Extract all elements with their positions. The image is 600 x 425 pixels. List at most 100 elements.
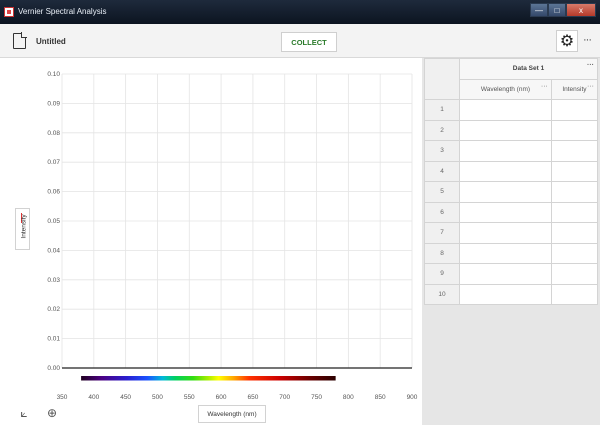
intensity-cell[interactable] (550, 263, 599, 285)
wavelength-cell[interactable] (459, 201, 552, 223)
more-options-icon[interactable]: ··· (583, 34, 592, 46)
data-table: Data Set 1 ··· Wavelength (nm) ··· Inten… (424, 58, 599, 305)
table-row: 3 (424, 140, 599, 162)
title-bar: Vernier Spectral Analysis — □ x (0, 0, 600, 24)
intensity-cell[interactable] (550, 140, 599, 162)
dataset-menu-icon[interactable]: ··· (587, 62, 594, 69)
intensity-cell[interactable] (550, 181, 599, 203)
data-table-panel: Data Set 1 ··· Wavelength (nm) ··· Inten… (422, 58, 600, 425)
graph-area[interactable]: 0.10 0.09 0.08 0.07 0.06 0.05 0.04 0.03 0.02 0.01… (0, 58, 422, 425)
row-index: 4 (424, 160, 460, 182)
table-row: 1 (424, 99, 599, 121)
gear-icon: ⚙ (559, 33, 575, 50)
axes-icon: ⟀ (20, 405, 28, 420)
graph-canvas[interactable]: 0.10 0.09 0.08 0.07 0.06 0.05 0.04 0.03 0.02 0.01… (0, 58, 422, 425)
dataset-header[interactable]: Data Set 1 ··· (459, 58, 598, 80)
zoom-button[interactable]: ⊕ (42, 404, 62, 422)
y-tick-label: 0.02 (47, 306, 60, 313)
x-tick-label: 900 (407, 394, 418, 401)
wavelength-cell[interactable] (459, 160, 552, 182)
y-tick-label: 0.05 (47, 218, 60, 225)
y-tick-label: 0.03 (47, 277, 60, 284)
column-header-wavelength[interactable]: Wavelength (nm) ··· (459, 78, 552, 100)
y-tick-label: 0.01 (47, 336, 60, 343)
wavelength-cell[interactable] (459, 283, 552, 305)
y-tick-label: 0.10 (47, 71, 60, 78)
intensity-cell[interactable] (550, 201, 599, 223)
table-row: 7 (424, 222, 599, 244)
file-icon[interactable] (13, 32, 27, 49)
x-tick-label: 700 (279, 394, 290, 401)
column-menu-icon[interactable]: ··· (541, 83, 548, 90)
window-controls: — □ x (530, 3, 596, 17)
table-corner (424, 58, 460, 100)
collect-button[interactable]: COLLECT (281, 32, 337, 52)
visible-spectrum-bar (81, 376, 336, 381)
table-row: 9 (424, 263, 599, 285)
document-title[interactable]: Untitled (36, 37, 66, 46)
row-index: 10 (424, 283, 460, 305)
wavelength-cell[interactable] (459, 263, 552, 285)
table-row: 4 (424, 160, 599, 182)
x-tick-label: 650 (247, 394, 258, 401)
y-tick-label: 0.08 (47, 130, 60, 137)
intensity-cell[interactable] (550, 119, 599, 141)
intensity-cell[interactable] (550, 160, 599, 182)
x-tick-label: 550 (184, 394, 195, 401)
x-tick-label: 500 (152, 394, 163, 401)
table-row: 8 (424, 242, 599, 264)
intensity-cell[interactable] (550, 222, 599, 244)
y-tick-label: 0.09 (47, 100, 60, 107)
table-row: 2 (424, 119, 599, 141)
y-tick-label: 0.07 (47, 159, 60, 166)
row-index: 6 (424, 201, 460, 223)
wavelength-cell[interactable] (459, 181, 552, 203)
row-index: 2 (424, 119, 460, 141)
x-tick-label: 450 (120, 394, 131, 401)
graph-options-button[interactable]: ⟀ (14, 404, 34, 422)
column-label-wavelength: Wavelength (nm) (480, 85, 531, 93)
row-index: 7 (424, 222, 460, 244)
column-menu-icon[interactable]: ··· (587, 83, 594, 90)
toolbar: Untitled COLLECT ⚙ ··· (0, 24, 600, 58)
y-axis-label-button[interactable]: Intensity (15, 208, 30, 250)
y-axis-label: Intensity (20, 214, 28, 239)
maximize-button[interactable]: □ (548, 3, 566, 17)
row-index: 3 (424, 140, 460, 162)
x-tick-label: 600 (216, 394, 227, 401)
close-button[interactable]: x (566, 3, 596, 17)
y-tick-label: 0.04 (47, 247, 60, 254)
intensity-cell[interactable] (550, 242, 599, 264)
x-axis-label-button[interactable]: Wavelength (nm) (198, 405, 266, 423)
intensity-cell[interactable] (550, 99, 599, 121)
y-axis-ticks: 0.10 0.09 0.08 0.07 0.06 0.05 0.04 0.03 0.02 0.01… (47, 71, 60, 372)
zoom-icon: ⊕ (46, 406, 58, 420)
wavelength-cell[interactable] (459, 99, 552, 121)
minimize-button[interactable]: — (530, 3, 548, 17)
settings-button[interactable]: ⚙ (556, 30, 578, 52)
wavelength-cell[interactable] (459, 242, 552, 264)
wavelength-cell[interactable] (459, 222, 552, 244)
table-row: 10 (424, 283, 599, 305)
x-tick-label: 400 (88, 394, 99, 401)
row-index: 5 (424, 181, 460, 203)
table-row: 5 (424, 181, 599, 203)
row-index: 1 (424, 99, 460, 121)
grid (61, 73, 413, 368)
wavelength-cell[interactable] (459, 140, 552, 162)
x-tick-label: 800 (343, 394, 354, 401)
row-index: 9 (424, 263, 460, 285)
dataset-name: Data Set 1 (512, 65, 545, 73)
y-tick-label: 0.00 (47, 365, 60, 372)
y-tick-label: 0.06 (47, 189, 60, 196)
x-axis-ticks: 350 400 450 500 550 600 650 700 750 800 850 900 (57, 394, 418, 401)
x-tick-label: 850 (375, 394, 386, 401)
table-row: 6 (424, 201, 599, 223)
x-tick-label: 750 (311, 394, 322, 401)
x-tick-label: 350 (57, 394, 68, 401)
column-label-intensity: Intensity (562, 85, 587, 93)
wavelength-cell[interactable] (459, 119, 552, 141)
column-header-intensity[interactable]: Intensity ··· (550, 78, 599, 100)
intensity-cell[interactable] (550, 283, 599, 305)
window-title: Vernier Spectral Analysis (18, 7, 107, 16)
